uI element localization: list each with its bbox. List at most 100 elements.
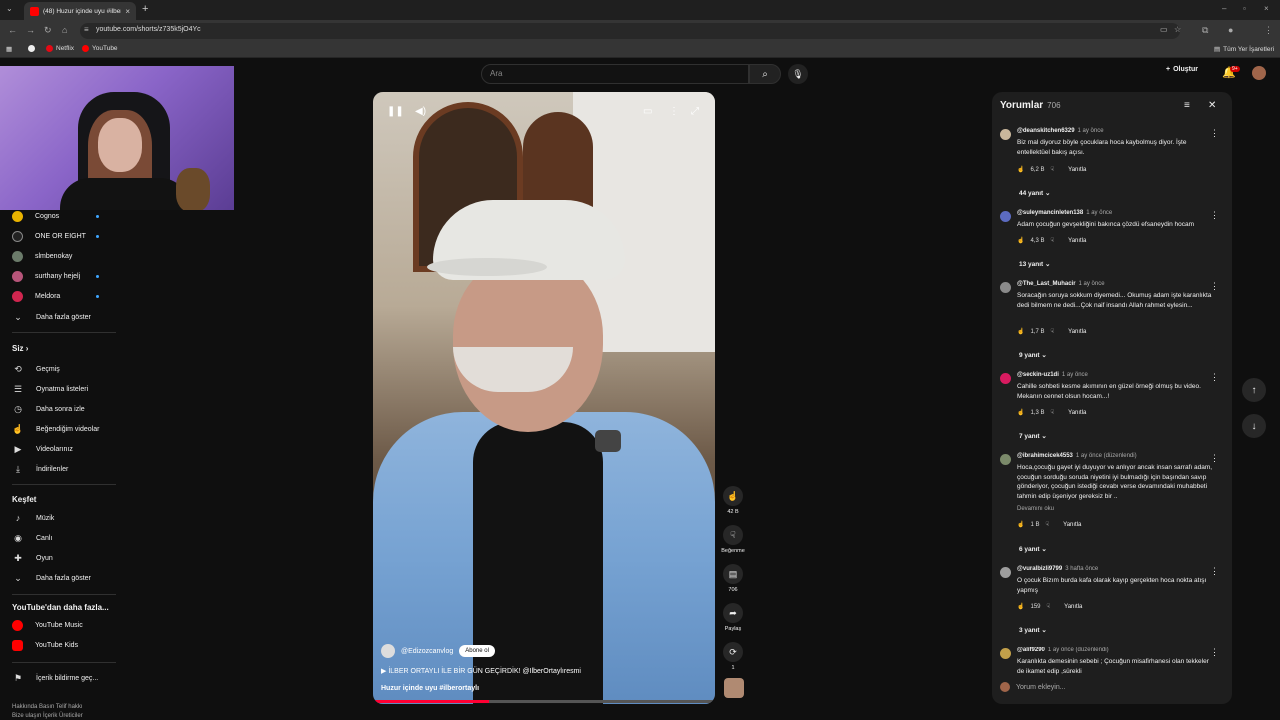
apps-icon[interactable]: ▦ — [6, 45, 12, 53]
sidebar-item-history[interactable]: ⟲ Geçmiş — [12, 363, 60, 375]
comments-button[interactable]: ▤ 706 — [718, 564, 748, 593]
add-comment-field[interactable]: Yorum ekleyin... — [1000, 682, 1066, 692]
star-icon[interactable]: ☆ — [1174, 25, 1181, 34]
thumbs-down-icon[interactable]: ☟ — [1051, 166, 1055, 173]
close-icon[interactable]: ✕ — [1208, 100, 1216, 111]
pause-icon[interactable]: ❚❚ — [387, 106, 404, 117]
reload-icon[interactable]: ↻ — [44, 25, 52, 36]
sidebar-item-youtube-music[interactable]: YouTube Music — [12, 620, 83, 631]
captions-icon[interactable]: ▭ — [643, 106, 652, 117]
site-info-icon[interactable]: ≡ — [84, 25, 89, 34]
back-icon[interactable]: ← — [8, 25, 17, 35]
video-progress-bar[interactable] — [373, 700, 715, 703]
create-button[interactable]: + Oluştur — [1166, 66, 1198, 73]
shorts-video-player[interactable]: ❚❚ ◀) ▭ ⋮ ⤢ @Edizozcanvlog Abone ol ▶ İL… — [373, 92, 715, 704]
share-button[interactable]: ➦ Paylaş — [718, 603, 748, 632]
replies-toggle[interactable]: 44 yanıt ⌄ — [1019, 189, 1050, 197]
replies-toggle[interactable]: 3 yanıt ⌄ — [1019, 626, 1047, 634]
audio-thumbnail[interactable] — [724, 678, 744, 698]
thumbs-up-icon[interactable]: ☝ — [1017, 603, 1024, 610]
commenter-avatar[interactable] — [1000, 567, 1011, 578]
dislike-button[interactable]: ☟ Beğenme — [718, 525, 748, 554]
sidebar-item-watch-later[interactable]: ◷ Daha sonra izle — [12, 403, 85, 415]
minimize-icon[interactable]: – — [1222, 4, 1226, 13]
sidebar-item-report-history[interactable]: ⚑ İçerik bildirme geç... — [12, 672, 98, 684]
comment-author[interactable]: @vuralbizli9799 — [1017, 566, 1062, 572]
sidebar-subscription[interactable]: Cognos — [12, 211, 59, 222]
sidebar-subscription[interactable]: surthany hejelj — [12, 271, 80, 282]
thumbs-up-icon[interactable]: ☝ — [1017, 237, 1024, 244]
reply-button[interactable]: Yanıtla — [1068, 329, 1086, 335]
profile-icon[interactable]: ● — [1228, 25, 1233, 35]
comment-author[interactable]: @alif9290 — [1017, 647, 1045, 653]
sidebar-item-live[interactable]: ◉ Canlı — [12, 532, 52, 544]
sidebar-item-liked-videos[interactable]: ☝ Beğendiğim videolar — [12, 423, 99, 435]
browser-tab[interactable]: (48) Huzur içinde uyu #ilber... × — [24, 2, 136, 20]
comment-author[interactable]: @ibrahimcicek4553 — [1017, 453, 1073, 459]
comment-author[interactable]: @suleymancinleten138 — [1017, 210, 1083, 216]
thumbs-up-icon[interactable]: ☝ — [1017, 166, 1024, 173]
commenter-avatar[interactable] — [1000, 454, 1011, 465]
sidebar-subscription[interactable]: Meldora — [12, 291, 60, 302]
thumbs-down-icon[interactable]: ☟ — [1051, 328, 1055, 335]
search-input[interactable]: Ara — [481, 64, 749, 84]
volume-icon[interactable]: ◀) — [415, 106, 426, 117]
you-section-heading[interactable]: Siz › — [12, 344, 28, 353]
sidebar-item-music[interactable]: ♪ Müzik — [12, 512, 55, 524]
reply-button[interactable]: Yanıtla — [1063, 522, 1081, 528]
account-avatar[interactable] — [1252, 66, 1266, 80]
thumbs-up-icon[interactable]: ☝ — [1017, 328, 1024, 335]
sidebar-item-youtube-kids[interactable]: YouTube Kids — [12, 640, 78, 651]
voice-search-button[interactable]: 🎙 — [788, 64, 808, 84]
thumbs-down-icon[interactable]: ☟ — [1051, 409, 1055, 416]
related-video-link[interactable]: ▶ İLBER ORTAYLI İLE BİR GÜN GEÇİRDİK! @I… — [381, 667, 581, 675]
previous-short-button[interactable]: ↑ — [1242, 378, 1266, 402]
subscribe-button[interactable]: Abone ol — [459, 645, 495, 657]
sidebar-item-your-videos[interactable]: ▶ Videolarınız — [12, 443, 73, 455]
channel-name[interactable]: @Edizozcanvlog — [401, 648, 453, 655]
maximize-icon[interactable]: ▫ — [1243, 4, 1246, 13]
comment-author[interactable]: @The_Last_Muhacir — [1017, 281, 1076, 287]
commenter-avatar[interactable] — [1000, 648, 1011, 659]
show-more-explore[interactable]: ⌄ Daha fazla göster — [12, 572, 91, 584]
like-button[interactable]: ☝ 42 B — [718, 486, 748, 515]
more-options-icon[interactable]: ⋮ — [669, 106, 679, 117]
reply-button[interactable]: Yanıtla — [1068, 410, 1086, 416]
new-tab-icon[interactable]: + — [142, 3, 148, 15]
commenter-avatar[interactable] — [1000, 373, 1011, 384]
thumbs-down-icon[interactable]: ☟ — [1051, 237, 1055, 244]
bookmark-youtube[interactable]: YouTube — [82, 45, 118, 52]
sidebar-item-gaming[interactable]: ✚ Oyun — [12, 552, 53, 564]
sidebar-item-downloads[interactable]: ⤓ İndirilenler — [12, 463, 68, 475]
next-short-button[interactable]: ↓ — [1242, 414, 1266, 438]
commenter-avatar[interactable] — [1000, 282, 1011, 293]
tab-search-icon[interactable]: ⌄ — [6, 4, 13, 13]
cast-icon[interactable]: ▭ — [1160, 25, 1168, 34]
close-window-icon[interactable]: × — [1264, 4, 1269, 13]
address-bar[interactable]: ≡ youtube.com/shorts/z735k5jO4Yc ▭ ☆ — [80, 23, 1181, 39]
close-tab-icon[interactable]: × — [125, 7, 130, 16]
comment-author[interactable]: @deanskitchen6329 — [1017, 128, 1075, 134]
sidebar-subscription[interactable]: slmbenokay — [12, 251, 72, 262]
replies-toggle[interactable]: 6 yanıt ⌄ — [1019, 545, 1047, 553]
thumbs-up-icon[interactable]: ☝ — [1017, 409, 1024, 416]
thumbs-down-icon[interactable]: ☟ — [1047, 603, 1051, 610]
commenter-avatar[interactable] — [1000, 211, 1011, 222]
commenter-avatar[interactable] — [1000, 129, 1011, 140]
google-bookmark-icon[interactable] — [28, 45, 35, 52]
thumbs-down-icon[interactable]: ☟ — [1046, 521, 1050, 528]
sidebar-subscription[interactable]: ONE OR EIGHT — [12, 231, 86, 242]
all-bookmarks[interactable]: ▤ Tüm Yer İşaretleri — [1214, 45, 1274, 54]
sidebar-item-playlists[interactable]: ☰ Oynatma listeleri — [12, 383, 88, 395]
comment-author[interactable]: @seckin-uz1di — [1017, 372, 1059, 378]
replies-toggle[interactable]: 9 yanıt ⌄ — [1019, 351, 1047, 359]
replies-toggle[interactable]: 13 yanıt ⌄ — [1019, 260, 1050, 268]
replies-toggle[interactable]: 7 yanıt ⌄ — [1019, 432, 1047, 440]
reply-button[interactable]: Yanıtla — [1068, 167, 1086, 173]
extensions-icon[interactable]: ⧉ — [1202, 25, 1208, 36]
forward-icon[interactable]: → — [26, 25, 35, 35]
reply-button[interactable]: Yanıtla — [1064, 604, 1082, 610]
channel-avatar[interactable] — [381, 644, 395, 658]
fullscreen-icon[interactable]: ⤢ — [691, 106, 699, 117]
show-more-subscriptions[interactable]: ⌄ Daha fazla göster — [12, 311, 91, 323]
